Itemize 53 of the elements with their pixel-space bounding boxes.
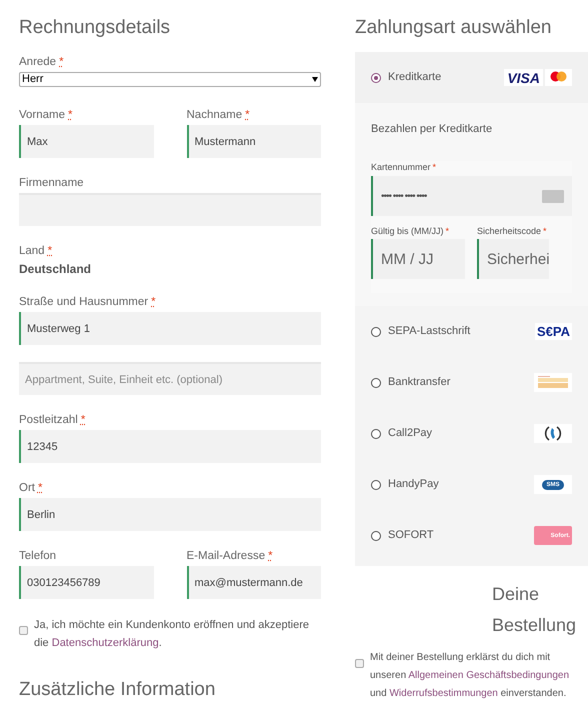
section-title: Zahlungsart auswählen (355, 16, 552, 40)
bank-transfer-icon (534, 373, 572, 392)
field-label: Anrede * (19, 55, 65, 70)
salutation-select[interactable]: Herr (19, 72, 321, 87)
text-link[interactable]: Allgemeinen Geschäftsbedingungen (408, 670, 570, 681)
input-field[interactable]: Musterweg 1 (19, 312, 321, 345)
section-title: Zusätzliche Information (19, 678, 216, 702)
consent-text: Mit deiner Bestellung erklärst du dich mit unseren Allgemeinen Geschäftsbedingungen und Widerrufsbestimmungen einverstanden. (370, 651, 570, 701)
input-field[interactable]: max@mustermann.de (186, 566, 321, 599)
radio-button[interactable] (371, 378, 381, 388)
input-field[interactable]: MM / JJ (371, 239, 465, 279)
field-label: Nachname * (186, 108, 251, 123)
radio-button[interactable] (371, 326, 381, 336)
field-label: Postleitzahl * (19, 413, 86, 428)
radio-button[interactable] (371, 428, 381, 438)
field-label: Land * (19, 244, 54, 259)
input-field[interactable]: 12345 (19, 430, 321, 463)
input-field[interactable]: Mustermann (186, 125, 321, 158)
caret-icon (312, 77, 318, 82)
payment-description: Bezahlen per Kreditkarte (371, 122, 494, 137)
input-field[interactable]: 030123456789 (19, 566, 154, 599)
country-value: Deutschland (19, 262, 92, 277)
field-label: Firmenname (19, 176, 85, 191)
input-field[interactable]: Max (19, 125, 154, 158)
input-field[interactable]: Berlin (19, 498, 321, 531)
checkbox[interactable] (19, 626, 28, 636)
field-label: Sicherheitscode * (477, 225, 548, 237)
card-brand-logo: VISA (504, 69, 543, 86)
field-label: Gültig bis (MM/JJ) * (371, 225, 450, 237)
field-label: Vorname * (19, 108, 74, 123)
field-label: Telefon (19, 549, 58, 564)
field-label: Kartennummer * (371, 161, 438, 173)
radio-button[interactable] (371, 530, 381, 540)
text-link[interactable]: Widerrufsbestimmungen (389, 688, 498, 699)
section-title: Rechnungsdetails (19, 16, 172, 40)
sepa-logo: S€PA (535, 323, 572, 340)
text-link[interactable]: Datenschutzerklärung (52, 637, 159, 649)
card-number-field[interactable]: •••• •••• •••• •••• (371, 176, 572, 216)
payment-option[interactable]: Banktransfer (355, 357, 588, 408)
checkbox[interactable] (355, 659, 364, 668)
field-label: E-Mail-Adresse * (186, 549, 274, 564)
card-icon (542, 190, 564, 202)
input-field[interactable]: Sicherhei (477, 239, 549, 279)
phone-icon (534, 424, 572, 443)
field-label: Straße und Hausnummer * (19, 295, 157, 310)
radio-button[interactable] (371, 72, 381, 82)
field-label: Ort * (19, 481, 44, 496)
payment-option[interactable]: Call2Pay (355, 408, 588, 459)
section-title: Deine Bestellung (492, 583, 578, 637)
card-brand-icon (545, 69, 572, 86)
consent-text: Ja, ich möchte ein Kundenkonto eröffnen und akzeptiere die Datenschutzerklärung. (34, 618, 310, 651)
radio-button[interactable] (371, 480, 381, 490)
payment-option[interactable]: SEPA-Lastschrift S€PA (355, 306, 588, 357)
